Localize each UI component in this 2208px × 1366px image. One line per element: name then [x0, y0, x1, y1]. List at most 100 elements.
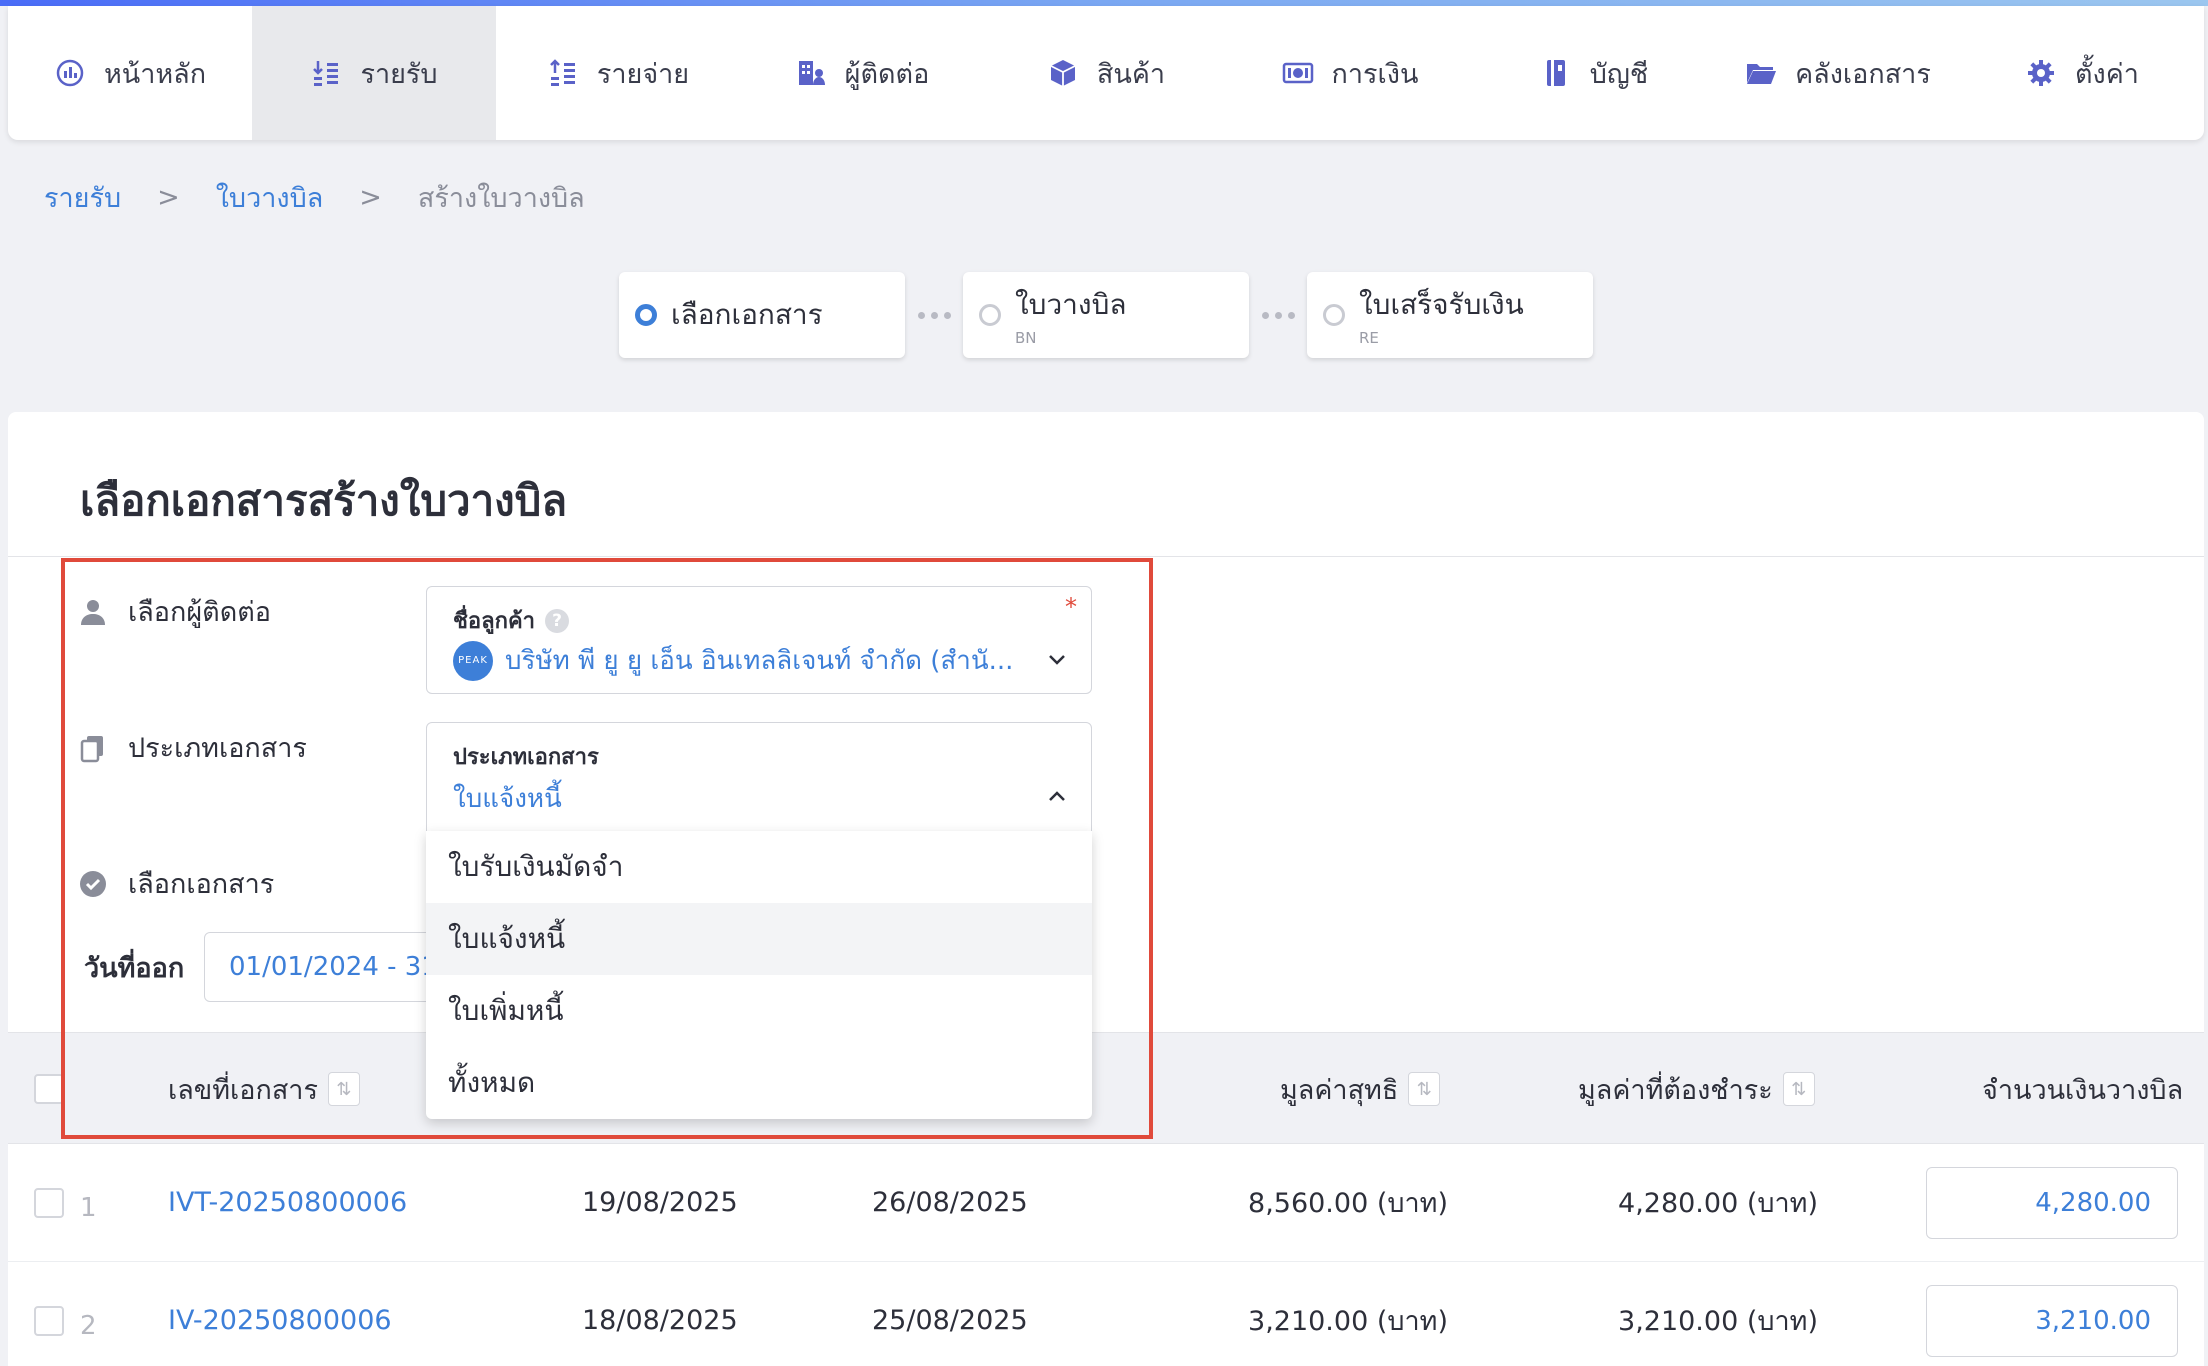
user-icon	[78, 597, 108, 627]
nav-item-contacts[interactable]: ผู้ติดต่อ	[740, 6, 984, 140]
doc-type-select[interactable]: ประเภทเอกสาร ใบแจ้งหนี้	[426, 722, 1092, 832]
nav-item-label: รายจ่าย	[596, 58, 690, 90]
contacts-icon	[795, 57, 827, 89]
contact-row-label: เลือกผู้ติดต่อ	[78, 590, 271, 633]
nav-item-finance[interactable]: การเงิน	[1228, 6, 1472, 140]
doc-type-row-label: ประเภทเอกสาร	[78, 726, 307, 769]
sort-icon[interactable]: ⇅	[1782, 1072, 1815, 1106]
step-label: เลือกเอกสาร	[671, 298, 823, 331]
nav-item-income[interactable]: รายรับ	[252, 6, 496, 140]
header-label: เลขที่เอกสาร	[168, 1074, 318, 1106]
divider	[8, 556, 2204, 557]
expense-icon	[547, 57, 579, 89]
nav-item-home[interactable]: หน้าหลัก	[8, 6, 252, 140]
nav-item-label: บัญชี	[1589, 58, 1649, 90]
customer-value: PEAK บริษัท พี ยู ยู เอ็น อินเทลลิเจนท์ …	[453, 640, 1013, 681]
nav-item-products[interactable]: สินค้า	[984, 6, 1228, 140]
step-receipt[interactable]: ใบเสร็จรับเงิน RE	[1307, 272, 1593, 358]
box-icon	[1047, 57, 1079, 89]
doc-number-link[interactable]: IVT-20250800006	[168, 1144, 407, 1261]
issue-date-cell: 19/08/2025	[582, 1187, 738, 1218]
bill-amount-cell: 4,280.00	[1926, 1144, 2178, 1261]
money-icon	[1282, 57, 1314, 89]
due-date-cell: 25/08/2025	[872, 1305, 1028, 1336]
row-checkbox[interactable]	[34, 1305, 64, 1336]
nav-item-label: การเงิน	[1331, 58, 1419, 90]
row-checkbox[interactable]	[34, 1187, 64, 1218]
help-icon[interactable]: ?	[545, 608, 570, 633]
customer-select[interactable]: ชื่อลูกค้า ? * PEAK บริษัท พี ยู ยู เอ็น…	[426, 586, 1092, 694]
ledger-icon	[1540, 57, 1572, 89]
nav-item-label: ตั้งค่า	[2075, 58, 2139, 90]
bill-amount-input[interactable]: 4,280.00	[1926, 1166, 2178, 1239]
breadcrumb: รายรับ > ใบวางบิล > สร้างใบวางบิล	[44, 176, 585, 219]
step-select-documents[interactable]: เลือกเอกสาร	[619, 272, 905, 358]
issue-date-value: 01/01/2024 - 31	[229, 952, 438, 982]
header-bill-amount: จำนวนเงินวางบิล	[1982, 1033, 2183, 1145]
doc-type-label: ประเภทเอกสาร	[128, 733, 307, 764]
customer-caption: ชื่อลูกค้า ?	[453, 603, 570, 638]
bill-amount-cell: 3,210.00	[1926, 1262, 2178, 1366]
doc-number-link[interactable]: IV-20250800006	[168, 1262, 392, 1366]
bill-amount-value: 3,210.00	[2035, 1305, 2151, 1336]
row-number: 2	[80, 1310, 97, 1341]
select-doc-row-label: เลือกเอกสาร	[78, 862, 274, 905]
select-all-checkbox[interactable]	[34, 1074, 64, 1104]
step-code: BN	[1015, 329, 1037, 347]
dropdown-option-debit-note[interactable]: ใบเพิ่มหนี้	[426, 975, 1092, 1047]
row-select-cell	[34, 1144, 64, 1261]
folder-icon	[1745, 57, 1777, 89]
nav-item-settings[interactable]: ตั้งค่า	[1960, 6, 2204, 140]
sort-icon[interactable]: ⇅	[327, 1072, 360, 1106]
dropdown-option-all[interactable]: ทั้งหมด	[426, 1047, 1092, 1119]
required-marker: *	[1065, 593, 1077, 621]
main-card: เลือกเอกสารสร้างใบวางบิล เลือกผู้ติดต่อ …	[8, 412, 2204, 1366]
bill-amount-value: 4,280.00	[2035, 1187, 2151, 1218]
customer-caption-text: ชื่อลูกค้า	[453, 609, 536, 634]
dropdown-option-deposit-receipt[interactable]: ใบรับเงินมัดจำ	[426, 831, 1092, 903]
nav-item-label: หน้าหลัก	[103, 58, 207, 90]
step-connector	[1249, 311, 1307, 319]
peak-logo: PEAK	[453, 640, 493, 681]
main-navbar: หน้าหลัก รายรับ รายจ่าย ผู้ติดต่อ สินค้า…	[8, 6, 2204, 140]
header-label: มูลค่าสุทธิ	[1280, 1074, 1399, 1106]
select-doc-label: เลือกเอกสาร	[128, 869, 275, 900]
breadcrumb-current: สร้างใบวางบิล	[417, 183, 585, 214]
contact-label: เลือกผู้ติดต่อ	[128, 597, 271, 628]
income-icon	[310, 57, 342, 89]
doc-type-dropdown-menu: ใบรับเงินมัดจำ ใบแจ้งหนี้ ใบเพิ่มหนี้ ทั…	[426, 831, 1092, 1119]
dropdown-option-invoice[interactable]: ใบแจ้งหนี้	[426, 903, 1092, 975]
nav-item-accounting[interactable]: บัญชี	[1472, 6, 1716, 140]
nav-item-expense[interactable]: รายจ่าย	[496, 6, 740, 140]
bill-amount-input[interactable]: 3,210.00	[1926, 1284, 2178, 1357]
issue-date-range-input[interactable]: 01/01/2024 - 31	[204, 932, 464, 1002]
table-header: เลขที่เอกสาร ⇅ มูลค่าสุทธิ ⇅ มูลค่าที่ต้…	[8, 1032, 2204, 1144]
nav-item-label: คลังเอกสาร	[1795, 58, 1931, 90]
sort-icon[interactable]: ⇅	[1408, 1072, 1441, 1106]
doc-type-caption-text: ประเภทเอกสาร	[453, 745, 599, 770]
table-row: 2 IV-20250800006 18/08/2025 25/08/2025 3…	[8, 1262, 2204, 1366]
step-billing-note[interactable]: ใบวางบิล BN	[963, 272, 1249, 358]
select-all-cell	[34, 1033, 64, 1145]
step-radio-icon	[1323, 304, 1345, 326]
progress-stepper: เลือกเอกสาร ใบวางบิล BN ใบเสร็จรับเงิน R…	[619, 272, 1593, 358]
nav-item-label: รายรับ	[360, 58, 438, 90]
net-value-cell: 8,560.00 (บาท)	[1248, 1188, 1448, 1219]
chevron-up-icon	[1047, 787, 1067, 807]
step-radio-icon	[979, 304, 1001, 326]
breadcrumb-billing-note[interactable]: ใบวางบิล	[216, 176, 324, 219]
breadcrumb-separator: >	[157, 182, 180, 213]
step-connector	[905, 311, 963, 319]
due-value-cell: 3,210.00 (บาท)	[1618, 1306, 1818, 1337]
issue-date-cell: 18/08/2025	[582, 1305, 738, 1336]
customer-name: บริษัท พี ยู ยู เอ็น อินเทลลิเจนท์ จำกัด…	[505, 646, 1014, 676]
doc-type-caption: ประเภทเอกสาร	[453, 739, 599, 774]
copy-icon	[78, 733, 108, 763]
breadcrumb-income[interactable]: รายรับ	[44, 176, 121, 219]
due-date-cell: 26/08/2025	[872, 1187, 1028, 1218]
nav-item-label: สินค้า	[1096, 58, 1166, 90]
nav-item-documents[interactable]: คลังเอกสาร	[1716, 6, 1960, 140]
doc-type-selected-text: ใบแจ้งหนี้	[453, 784, 562, 814]
step-code: RE	[1359, 329, 1379, 347]
chevron-down-icon	[1047, 649, 1067, 669]
